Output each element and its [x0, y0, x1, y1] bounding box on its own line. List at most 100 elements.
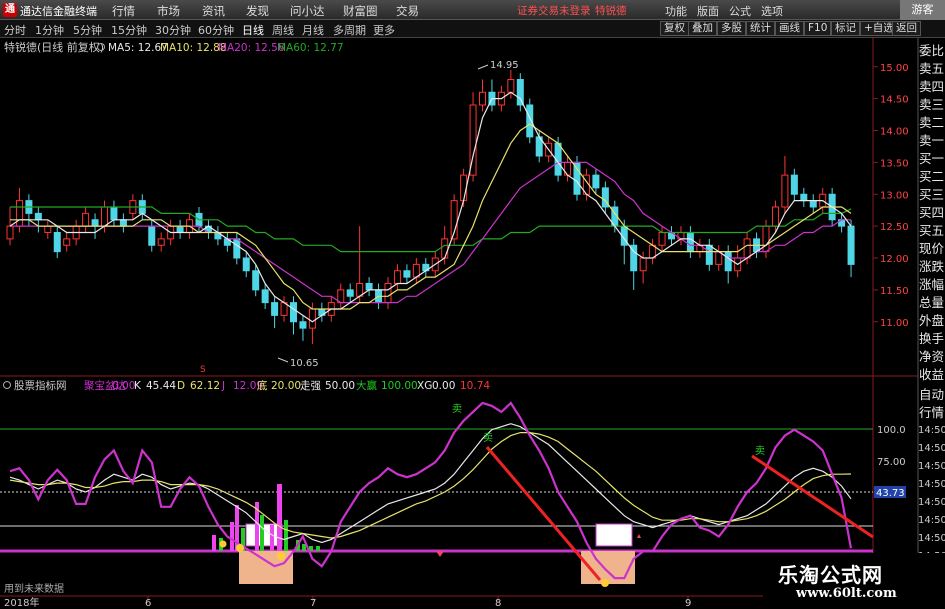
side-label-4[interactable]: 卖二 [918, 114, 945, 132]
ind-label-j: J [221, 380, 225, 392]
side-label-9[interactable]: 买四 [918, 204, 945, 222]
menu-wealth[interactable]: 财富圈 [343, 3, 378, 19]
ind-label-xg: XG [417, 380, 432, 392]
side-label-5[interactable]: 卖一 [918, 132, 945, 150]
period-15min[interactable]: 15分钟 [111, 22, 147, 38]
price-tick-label: 11.00 [880, 318, 909, 329]
candle-body [53, 232, 61, 253]
sell-label-3: 卖 [755, 445, 765, 457]
sell-label-2: 卖 [483, 432, 493, 444]
back-button[interactable]: 返回 [892, 21, 921, 36]
side-label-0[interactable]: 委比 [918, 42, 945, 60]
sell-label-1: 卖 [452, 403, 462, 415]
menu-trade[interactable]: 交易 [396, 3, 419, 19]
side-label-10[interactable]: 买五 [918, 222, 945, 240]
period-weekly[interactable]: 周线 [272, 22, 294, 38]
x-label-9: 9 [685, 598, 691, 609]
side-label-1[interactable]: 卖五 [918, 60, 945, 78]
menu-discover[interactable]: 发现 [246, 3, 269, 19]
menu-news[interactable]: 资讯 [202, 3, 225, 19]
watermark-url: www.60lt.com [796, 586, 897, 601]
title-bar: 通 通达信金融终端 行情 市场 资讯 发现 问小达 财富圈 交易 证券交易未登录… [0, 0, 945, 20]
period-60min[interactable]: 60分钟 [198, 22, 234, 38]
guest-button[interactable]: 游客 [900, 0, 945, 20]
side-label-19[interactable]: 自动 [918, 386, 945, 404]
ind-label-strong: 走强 [300, 380, 321, 392]
period-more[interactable]: 更多 [373, 22, 395, 38]
side-label-2[interactable]: 卖四 [918, 78, 945, 96]
side-label-20[interactable]: 行情 [918, 404, 945, 422]
ind-value-0: 0.00 [112, 380, 135, 392]
price-tick-label: 12.50 [880, 222, 909, 233]
period-1min[interactable]: 1分钟 [35, 22, 64, 38]
ind-label-k: K [134, 380, 142, 392]
side-label-11[interactable]: 现价 [918, 240, 945, 258]
buy-dot-4 [219, 540, 227, 548]
side-label-27[interactable]: 14:50 [918, 530, 945, 548]
candle-body [441, 238, 449, 259]
candle-body [261, 289, 269, 304]
side-label-23[interactable]: 14:50 [918, 458, 945, 476]
side-label-21[interactable]: 14:50 [918, 422, 945, 440]
side-label-26[interactable]: 14:50 [918, 512, 945, 530]
kline-chart[interactable]: 特锐德(日线 前复权) MA5: 12.67 MA10: 12.88 MA20:… [0, 38, 945, 609]
ma5-label: MA5: 12.67 [108, 42, 168, 54]
menu-function[interactable]: 功能 [665, 3, 687, 19]
price-tick-label: 11.50 [880, 286, 909, 297]
candle-body [393, 270, 401, 284]
ma10-label: MA10: 12.88 [160, 42, 227, 54]
f10-button[interactable]: F10 [804, 21, 832, 36]
menu-quotes[interactable]: 行情 [112, 3, 135, 19]
menu-options[interactable]: 选项 [761, 3, 783, 19]
mark-button[interactable]: 标记 [831, 21, 860, 36]
side-label-15[interactable]: 外盘 [918, 312, 945, 330]
side-label-25[interactable]: 14:50 [918, 494, 945, 512]
x-label-8: 8 [495, 598, 501, 609]
menu-ask[interactable]: 问小达 [290, 3, 325, 19]
login-warning[interactable]: 证券交易未登录 [517, 3, 591, 18]
period-tick[interactable]: 分时 [4, 22, 26, 38]
draw-line-button[interactable]: 画线 [775, 21, 804, 36]
side-label-17[interactable]: 净资 [918, 348, 945, 366]
side-label-13[interactable]: 涨幅 [918, 276, 945, 294]
ind-y-tick-100: 100.0 [877, 425, 906, 436]
side-label-22[interactable]: 14:50 [918, 440, 945, 458]
buy-dot-1 [236, 544, 244, 552]
ma20-label: MA20: 12.56 [218, 42, 285, 54]
menu-layout[interactable]: 版面 [697, 3, 719, 19]
overlay-button[interactable]: 叠加 [688, 21, 717, 36]
ind-value-k: 45.44 [146, 380, 176, 392]
side-label-3[interactable]: 卖三 [918, 96, 945, 114]
side-label-24[interactable]: 14:50 [918, 476, 945, 494]
period-daily[interactable]: 日线 [242, 22, 264, 38]
period-monthly[interactable]: 月线 [302, 22, 324, 38]
candle-body [242, 257, 250, 272]
candle-body [176, 225, 184, 233]
side-label-16[interactable]: 换手 [918, 330, 945, 348]
candle-body [507, 79, 515, 93]
side-label-14[interactable]: 总量 [918, 294, 945, 312]
candle-body [34, 212, 42, 221]
candle-body [346, 289, 354, 297]
side-label-7[interactable]: 买二 [918, 168, 945, 186]
period-5min[interactable]: 5分钟 [73, 22, 102, 38]
ind-value-win: 100.00 [381, 380, 418, 392]
menu-market[interactable]: 市场 [157, 3, 180, 19]
multi-stock-button[interactable]: 多股 [717, 21, 746, 36]
x-label-6: 6 [145, 598, 151, 609]
period-toolbar: 分时 1分钟 5分钟 15分钟 30分钟 60分钟 日线 周线 月线 多周期 更… [0, 20, 945, 38]
side-label-12[interactable]: 涨跌 [918, 258, 945, 276]
price-tick-label: 12.00 [880, 254, 909, 265]
side-label-18[interactable]: 收益 [918, 366, 945, 384]
candle-body [724, 251, 732, 272]
ind-value-xg: 0.00 [432, 380, 455, 392]
side-label-6[interactable]: 买一 [918, 150, 945, 168]
stats-button[interactable]: 统计 [746, 21, 775, 36]
menu-formula[interactable]: 公式 [729, 3, 751, 19]
adjust-button[interactable]: 复权 [660, 21, 689, 36]
side-label-8[interactable]: 买三 [918, 186, 945, 204]
period-multi[interactable]: 多周期 [333, 22, 366, 38]
candle-body [157, 238, 165, 246]
period-30min[interactable]: 30分钟 [155, 22, 191, 38]
main-sell-marker: S [200, 365, 206, 375]
